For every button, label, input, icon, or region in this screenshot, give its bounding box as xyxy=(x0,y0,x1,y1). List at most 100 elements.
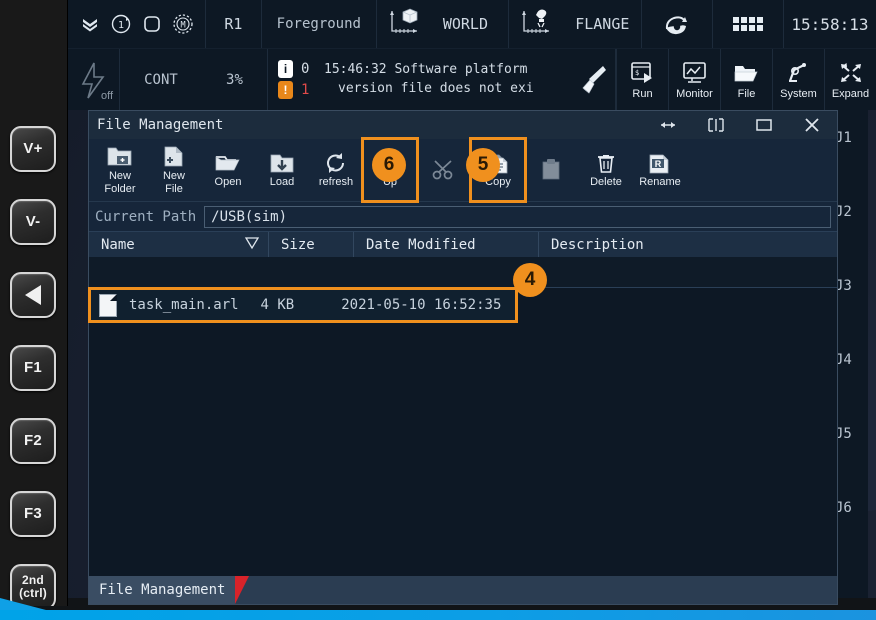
app-root: V+ V- F1 F2 F3 2nd (ctrl) 1 xyxy=(0,0,876,620)
status-tab-file-management[interactable]: File Management xyxy=(89,576,235,604)
run-button[interactable]: $ Run xyxy=(616,49,668,110)
maximize-icon[interactable] xyxy=(753,114,775,136)
f1-key-label: F1 xyxy=(24,360,42,376)
system-button[interactable]: System xyxy=(772,49,824,110)
f3-key[interactable]: F3 xyxy=(10,491,56,537)
file-button-label: File xyxy=(738,88,756,100)
top-status-bar: 1 M R1 Foreground WORLD xyxy=(68,0,876,48)
red-wedge-decoration xyxy=(235,576,249,604)
table-row[interactable]: task_main.arl 4 KB 2021-05-10 16:52:35 xyxy=(89,288,517,322)
task-state-label[interactable]: Foreground xyxy=(262,0,377,48)
refresh-icon xyxy=(324,151,348,175)
info-counter-row: i 0 xyxy=(278,60,324,78)
svg-text:$: $ xyxy=(635,69,639,77)
open-button[interactable]: Open xyxy=(201,139,255,201)
current-path-input[interactable]: /USB(sim) xyxy=(204,206,831,228)
volume-up-key-label: V+ xyxy=(23,141,42,157)
info-icon: i xyxy=(278,60,293,78)
file-row-name: task_main.arl xyxy=(129,297,239,313)
motion-mode-label: CONT xyxy=(144,72,178,88)
second-ctrl-key-label-bottom: (ctrl) xyxy=(19,587,47,600)
file-list[interactable]: task_main.arl 4 KB 2021-05-10 16:52:35 xyxy=(89,287,837,576)
svg-text:1: 1 xyxy=(118,20,124,31)
expand-button[interactable]: Expand xyxy=(824,49,876,110)
rounded-square-icon[interactable] xyxy=(138,10,166,38)
current-path-label: Current Path xyxy=(95,209,196,225)
window-titlebar[interactable]: File Management xyxy=(89,111,837,139)
open-label: Open xyxy=(215,176,242,188)
refresh-button[interactable]: refresh xyxy=(309,139,363,201)
delete-label: Delete xyxy=(590,176,622,188)
file-window-statusbar: File Management xyxy=(89,576,837,604)
f2-key[interactable]: F2 xyxy=(10,418,56,464)
tool-frame-cell[interactable]: FLANGE xyxy=(509,0,641,48)
new-file-icon xyxy=(162,145,186,169)
refresh-label: refresh xyxy=(319,176,353,188)
split-view-icon[interactable] xyxy=(705,114,727,136)
new-file-button[interactable]: New File xyxy=(147,139,201,201)
hardware-key-column: V+ V- F1 F2 F3 2nd (ctrl) xyxy=(0,0,68,620)
monitor-button-label: Monitor xyxy=(676,88,713,100)
column-header-name[interactable]: Name xyxy=(89,232,269,257)
back-arrow-key[interactable] xyxy=(10,272,56,318)
alarm-counters[interactable]: i 0 ! 1 xyxy=(268,49,324,110)
tool-frame-label: FLANGE xyxy=(575,15,629,33)
cut-button[interactable] xyxy=(417,139,471,201)
keypad-icon[interactable] xyxy=(713,0,784,48)
info-count: 0 xyxy=(301,61,309,77)
step-badge-5: 5 xyxy=(466,148,500,182)
speed-label: 3% xyxy=(226,72,243,88)
load-label: Load xyxy=(270,176,294,188)
file-row-name-cell: task_main.arl xyxy=(89,294,261,317)
column-header-description[interactable]: Description xyxy=(539,232,837,257)
warning-icon: ! xyxy=(278,81,293,99)
file-icon xyxy=(99,294,117,317)
system-message[interactable]: 15:46:32 Software platform version file … xyxy=(324,49,574,110)
f1-key[interactable]: F1 xyxy=(10,345,56,391)
cycle-once-icon[interactable]: 1 xyxy=(107,10,135,38)
f2-key-label: F2 xyxy=(24,433,42,449)
motion-mode-cell[interactable]: CONT 3% xyxy=(120,49,268,110)
manual-mode-icon[interactable]: M xyxy=(169,10,197,38)
coord-frame-cell[interactable]: WORLD xyxy=(377,0,509,48)
step-badge-4: 4 xyxy=(513,263,547,297)
new-folder-button[interactable]: New Folder xyxy=(93,139,147,201)
bottom-blue-bar xyxy=(0,610,876,620)
expand-button-label: Expand xyxy=(832,88,869,100)
volume-up-key[interactable]: V+ xyxy=(10,126,56,172)
paste-button[interactable] xyxy=(525,139,579,201)
svg-text:R: R xyxy=(655,159,662,169)
chevron-double-down-icon[interactable] xyxy=(76,10,104,38)
new-file-label-1: New xyxy=(163,170,185,182)
svg-text:M: M xyxy=(181,21,186,31)
load-button[interactable]: Load xyxy=(255,139,309,201)
broom-clear-icon[interactable] xyxy=(574,49,616,110)
monitor-button[interactable]: Monitor xyxy=(668,49,720,110)
window-button-group xyxy=(657,114,827,136)
column-header-date[interactable]: Date Modified xyxy=(354,232,539,257)
close-icon[interactable] xyxy=(801,114,823,136)
rename-button[interactable]: R Rename xyxy=(633,139,687,201)
robot-id-label[interactable]: R1 xyxy=(206,0,262,48)
system-button-label: System xyxy=(780,88,817,100)
warn-counter-row: ! 1 xyxy=(278,81,324,99)
delete-trash-icon xyxy=(594,151,618,175)
delete-button[interactable]: Delete xyxy=(579,139,633,201)
new-folder-label-2: Folder xyxy=(104,183,135,195)
column-header-size[interactable]: Size xyxy=(269,232,354,257)
coord-frame-label: WORLD xyxy=(443,15,488,33)
monitor-screen-icon xyxy=(682,60,708,86)
power-state-cell[interactable]: off xyxy=(68,49,120,110)
volume-down-key[interactable]: V- xyxy=(10,199,56,245)
file-button[interactable]: File xyxy=(720,49,772,110)
clock-label: 15:58:13 xyxy=(784,0,876,48)
step-badge-6: 6 xyxy=(372,148,406,182)
triangle-left-icon xyxy=(25,285,41,305)
jog-rotate-icon[interactable] xyxy=(642,0,713,48)
new-folder-label-1: New xyxy=(109,170,131,182)
file-list-column-header: Name Size Date Modified Description xyxy=(89,231,837,257)
resize-horizontal-icon[interactable] xyxy=(657,114,679,136)
joint-label-j4: J4 xyxy=(835,350,867,370)
column-header-name-label: Name xyxy=(101,237,135,253)
sort-descending-icon[interactable] xyxy=(244,235,260,255)
